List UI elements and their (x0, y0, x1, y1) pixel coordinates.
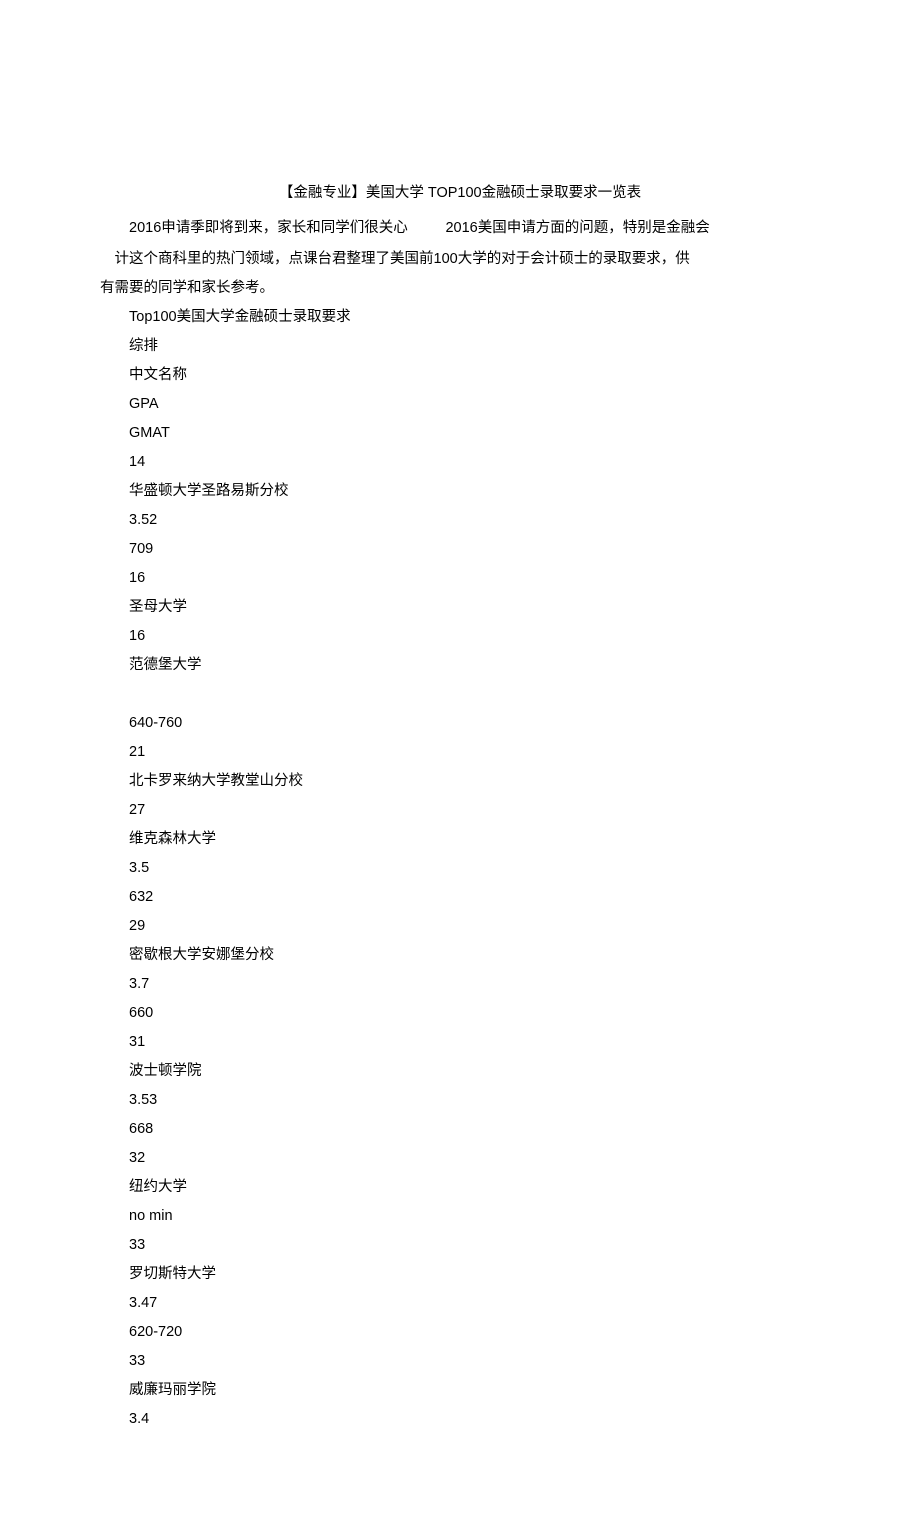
cell-name-cn: 圣母大学 (100, 593, 820, 622)
cell-rank: 33 (100, 1347, 820, 1376)
intro-text-b: 2016美国申请方面的问题，特别是金融会 (445, 220, 709, 236)
cell-rank: 33 (100, 1231, 820, 1260)
cell-name-cn: 北卡罗来纳大学教堂山分校 (100, 767, 820, 796)
cell-gpa: 3.5 (100, 854, 820, 883)
cell-rank: 14 (100, 448, 820, 477)
cell-rank: 32 (100, 1144, 820, 1173)
cell-gpa: 3.7 (100, 970, 820, 999)
cell-gpa: 3.4 (100, 1405, 820, 1434)
cell-name-cn: 波士顿学院 (100, 1057, 820, 1086)
cell-rank: 27 (100, 796, 820, 825)
cell-gmat: 632 (100, 883, 820, 912)
data-rows-container: 14华盛顿大学圣路易斯分校3.5270916圣母大学16范德堡大学 640-76… (100, 448, 820, 1434)
cell-gpa: 3.47 (100, 1289, 820, 1318)
cell-name-cn: 纽约大学 (100, 1173, 820, 1202)
intro-text-d: 100大学的对于会计硕士的录取要求，供 (434, 251, 690, 267)
header-rank: 综排 (100, 332, 820, 361)
intro-text-e: 有需要的同学和家长参考。 (100, 280, 274, 296)
subheading: Top100美国大学金融硕士录取要求 (100, 303, 820, 332)
cell-gpa-blank (100, 680, 820, 709)
intro-paragraph: 2016申请季即将到来，家长和同学们很关心 2016美国申请方面的问题，特别是金融… (100, 214, 820, 243)
cell-gpa: 3.53 (100, 1086, 820, 1115)
cell-gmat: 620-720 (100, 1318, 820, 1347)
cell-rank: 29 (100, 912, 820, 941)
cell-rank: 16 (100, 622, 820, 651)
document-title: 【金融专业】美国大学 TOP100金融硕士录取要求一览表 (100, 179, 820, 208)
cell-gmat: 660 (100, 999, 820, 1028)
cell-name-cn: 威廉玛丽学院 (100, 1376, 820, 1405)
intro-line-3: 有需要的同学和家长参考。 (100, 274, 820, 303)
document-page: 【金融专业】美国大学 TOP100金融硕士录取要求一览表 2016申请季即将到来… (0, 0, 920, 1514)
cell-gmat: 640-760 (100, 709, 820, 738)
intro-text-c: 计这个商科里的热门领域，点课台君整理了美国前 (115, 251, 434, 267)
header-name-cn: 中文名称 (100, 361, 820, 390)
cell-gmat: 668 (100, 1115, 820, 1144)
cell-gmat: 709 (100, 535, 820, 564)
cell-name-cn: 维克森林大学 (100, 825, 820, 854)
intro-text-a: 2016申请季即将到来，家长和同学们很关心 (129, 220, 408, 236)
cell-name-cn: 华盛顿大学圣路易斯分校 (100, 477, 820, 506)
header-gmat: GMAT (100, 419, 820, 448)
header-gpa: GPA (100, 390, 820, 419)
cell-name-cn: 密歇根大学安娜堡分校 (100, 941, 820, 970)
cell-rank: 16 (100, 564, 820, 593)
cell-rank: 21 (100, 738, 820, 767)
cell-rank: 31 (100, 1028, 820, 1057)
cell-gpa: 3.52 (100, 506, 820, 535)
cell-name-cn: 范德堡大学 (100, 651, 820, 680)
cell-gpa: no min (100, 1202, 820, 1231)
cell-name-cn: 罗切斯特大学 (100, 1260, 820, 1289)
intro-line-2: 计这个商科里的热门领域，点课台君整理了美国前100大学的对于会计硕士的录取要求，… (100, 245, 820, 274)
